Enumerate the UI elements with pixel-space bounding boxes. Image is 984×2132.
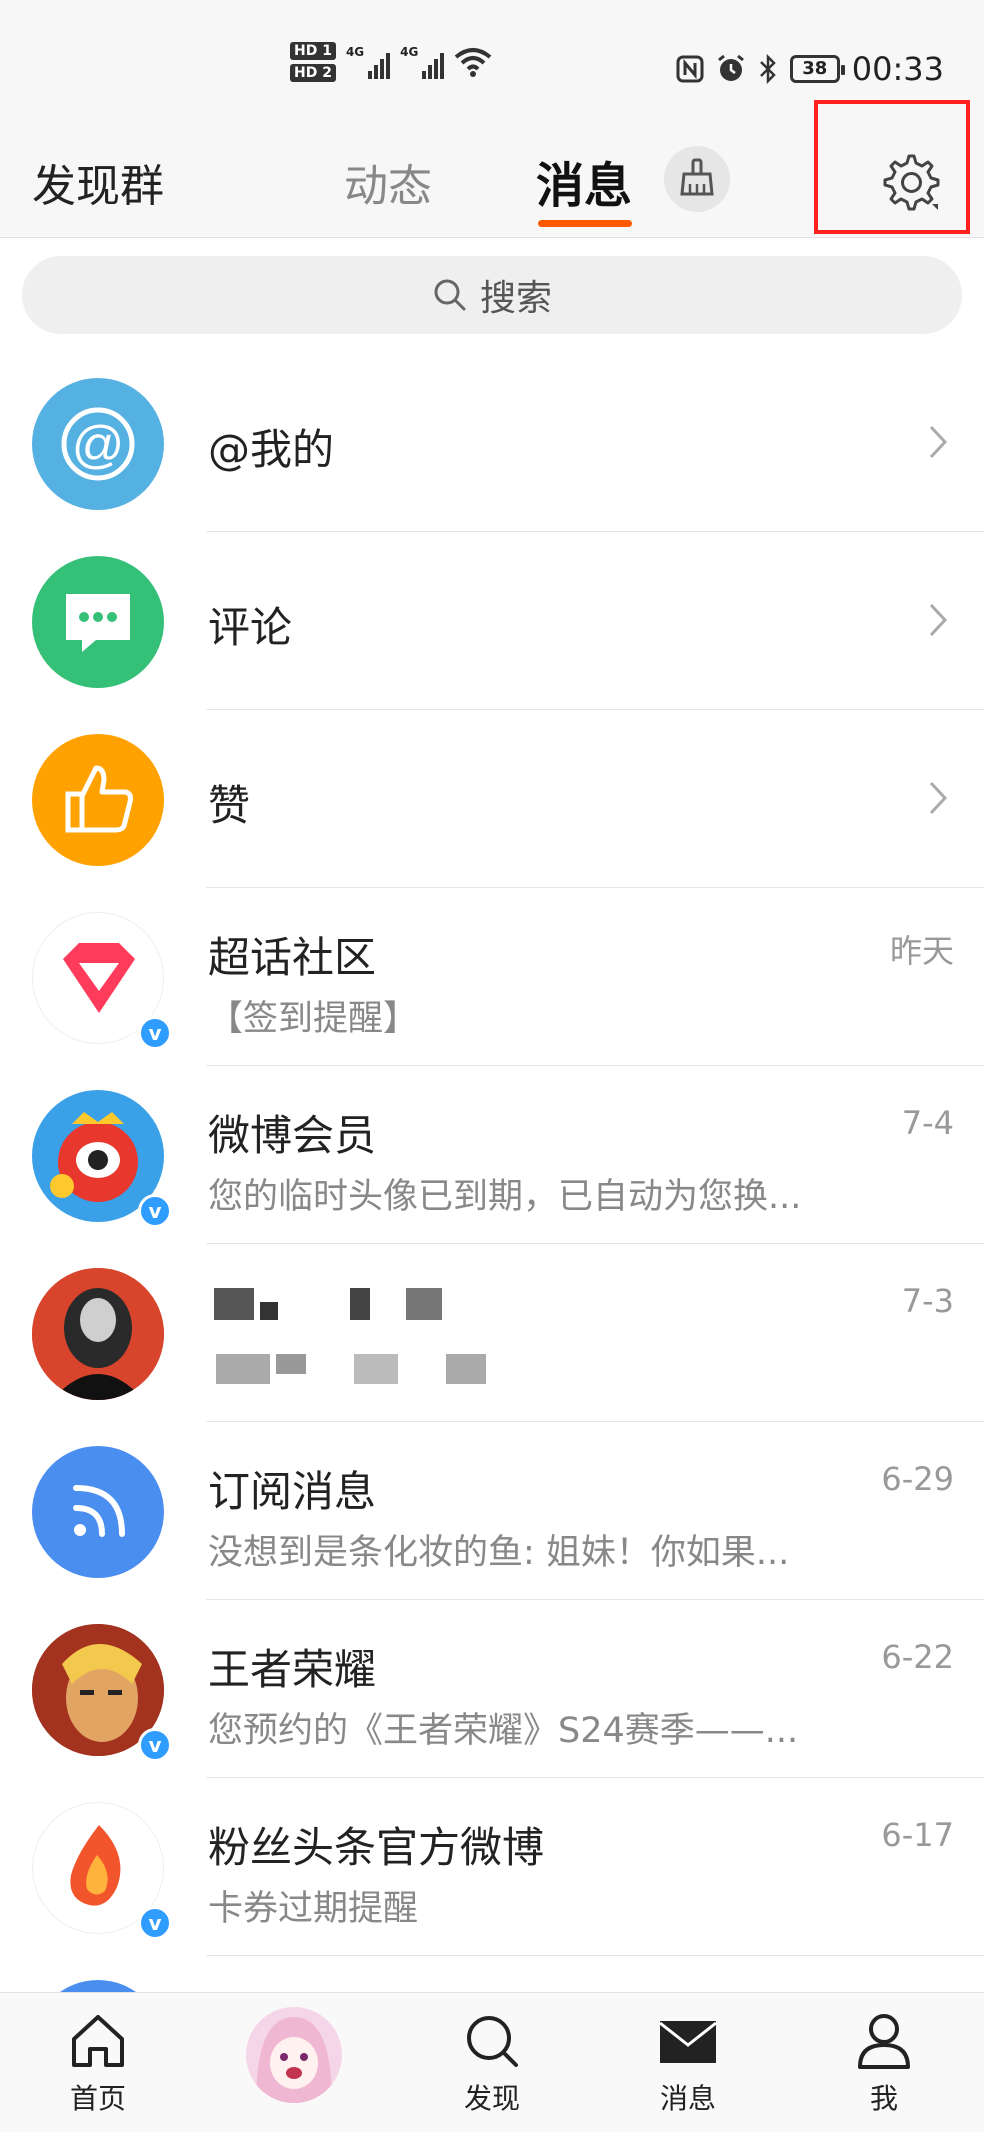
nav-label: 消息 [659,2082,716,2115]
list-item[interactable]: v 王者荣耀 您预约的《王者荣耀》S24赛季——... 6-22 [0,1600,984,1778]
row-title: 订阅消息 [208,1467,377,1516]
row-title: 王者荣耀 [208,1645,377,1694]
home-icon [72,2015,124,2067]
verified-badge: v [138,1728,172,1762]
user-avatar [32,1268,164,1400]
row-preview: 卡券过期提醒 [208,1889,419,1929]
like-avatar [32,734,164,866]
wifi-icon [455,48,492,77]
list-item[interactable]: v 粉丝头条官方微博 卡券过期提醒 6-17 [0,1778,984,1956]
nav-avatar[interactable] [246,2007,342,2103]
pixelated-preview [216,1354,486,1384]
nav-label: 发现 [463,2082,520,2115]
discover-group-link[interactable]: 发现群 [32,150,164,214]
list-item[interactable]: v 微博会员 您的临时头像已到期，已自动为您换... 7-4 [0,1066,984,1244]
hd2-badge: HD 2 [290,64,336,82]
list-item-mentions[interactable]: @ @我的 [0,354,984,532]
row-time: 6-29 [881,1460,954,1498]
row-time: 6-22 [881,1638,954,1676]
status-bar: HD 1 HD 2 4G 4G 38 00:33 [0,0,984,110]
network-indicators: HD 1 HD 2 4G 4G [290,42,492,82]
chevron-right-icon [929,425,948,459]
nav-profile[interactable]: 我 [814,2011,954,2117]
hd-badges: HD 1 HD 2 [290,42,336,82]
comment-avatar [32,556,164,688]
list-item[interactable]: 订阅消息 没想到是条化妆的鱼: 姐妹！你如果... 6-29 [0,1422,984,1600]
hd1-badge: HD 1 [290,42,336,60]
nav-label: 我 [869,2082,898,2115]
broom-icon [680,158,714,196]
search-icon [467,2016,518,2067]
nfc-icon [676,55,704,83]
list-item-likes[interactable]: 赞 [0,710,984,888]
row-time: 7-3 [901,1282,954,1320]
list-item[interactable]: v 超话社区 【签到提醒】 昨天 [0,888,984,1066]
rss-icon [73,1485,125,1537]
tab-messages[interactable]: 消息 [536,146,632,216]
row-preview: 【签到提醒】 [208,999,419,1039]
mail-icon [659,2021,717,2063]
row-preview: 没想到是条化妆的鱼: 姐妹！你如果... [208,1533,790,1573]
row-time: 6-17 [881,1816,954,1854]
system-indicators: 38 00:33 [676,50,944,88]
battery-icon: 38 [789,55,845,83]
anime-avatar-image [246,2007,342,2103]
verified-badge: v [138,1906,172,1940]
search-bar[interactable]: 搜索 [22,256,962,334]
verified-badge: v [138,1016,172,1050]
clock: 00:33 [851,50,944,88]
list-item-comments[interactable]: 评论 [0,532,984,710]
active-tab-indicator [538,220,632,227]
row-time: 7-4 [901,1104,954,1142]
at-avatar: @ [32,378,164,510]
verified-badge: v [138,1194,172,1228]
alarm-icon [717,54,744,81]
profile-icon [858,2014,910,2069]
row-preview: 您的临时头像已到期，已自动为您换... [208,1177,802,1217]
row-title: 微博会员 [208,1111,377,1160]
signal-icon: 4G [400,45,445,79]
row-title: 评论 [208,603,293,652]
bluetooth-icon [759,54,776,84]
thumbs-up-icon [65,765,133,833]
subscription-avatar [32,1446,164,1578]
nav-home[interactable]: 首页 [28,2011,168,2117]
search-placeholder: 搜索 [479,278,552,319]
signal-icon: 4G [346,45,391,79]
row-title: @我的 [208,425,335,474]
clear-unread-button[interactable] [664,146,730,212]
nav-discover[interactable]: 发现 [422,2011,562,2117]
highlight-box [814,100,970,234]
list-item[interactable]: 7-3 [0,1244,984,1422]
pixelated-name [214,1288,442,1320]
chevron-right-icon [929,603,948,637]
message-list: @ @我的 评论 赞 v 超话社区 【签到提醒】 昨天 v 微博会员 您的临时头… [0,354,984,2132]
row-title: 赞 [208,781,251,830]
tab-dynamic[interactable]: 动态 [344,150,432,214]
user-avatar-image [32,1268,164,1400]
search-icon [434,279,466,311]
nav-label: 首页 [69,2082,126,2115]
row-title: 粉丝头条官方微博 [208,1823,545,1872]
row-time: 昨天 [889,932,954,970]
chevron-right-icon [929,781,948,815]
row-title: 超话社区 [208,933,377,982]
svg-text:@: @ [72,416,125,474]
nav-messages[interactable]: 消息 [618,2011,758,2117]
at-icon: @ [61,407,135,481]
row-preview: 您预约的《王者荣耀》S24赛季——... [208,1711,799,1751]
bottom-nav: 首页 发现 消息 我 [0,1992,984,2132]
comment-icon [66,594,130,652]
